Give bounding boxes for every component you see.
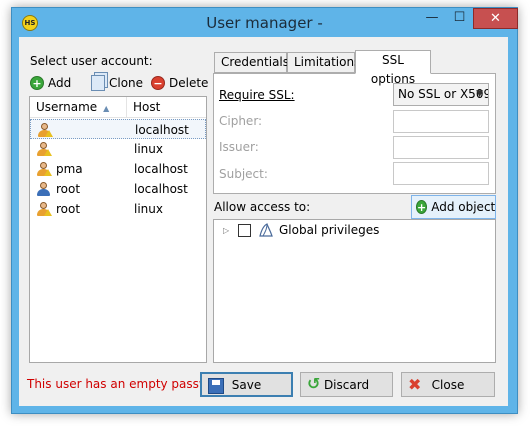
subject-input[interactable] bbox=[393, 162, 489, 185]
user-warning-icon bbox=[37, 123, 53, 137]
cipher-input[interactable] bbox=[393, 110, 489, 133]
issuer-label: Issuer: bbox=[219, 140, 259, 154]
tree-item-global-privileges[interactable]: Global privileges bbox=[279, 223, 379, 237]
global-privileges-checkbox[interactable] bbox=[238, 224, 251, 237]
tab-ssl-options[interactable]: SSL options bbox=[355, 50, 431, 86]
close-window-button[interactable]: ✕ bbox=[473, 8, 518, 29]
delete-user-button[interactable]: − Delete bbox=[151, 74, 208, 92]
delete-label: Delete bbox=[169, 76, 209, 90]
add-label: Add bbox=[48, 76, 72, 90]
clone-label: Clone bbox=[109, 76, 144, 90]
access-tree[interactable]: ▷ Global privileges bbox=[213, 219, 496, 363]
user-host: localhost bbox=[135, 123, 189, 137]
floppy-icon bbox=[208, 378, 224, 394]
user-username: root bbox=[56, 182, 81, 196]
add-icon: + bbox=[416, 200, 428, 214]
close-button[interactable]: ✖ Close bbox=[401, 372, 495, 397]
title-bar[interactable]: HS User manager - — ☐ ✕ bbox=[12, 8, 518, 38]
add-user-button[interactable]: + Add bbox=[30, 74, 71, 92]
require-ssl-text: Require SSL: bbox=[219, 88, 295, 102]
add-icon: + bbox=[30, 76, 44, 90]
user-host: localhost bbox=[134, 162, 188, 176]
user-warning-icon bbox=[36, 202, 52, 216]
select-user-label: Select user account: bbox=[30, 54, 153, 68]
issuer-input[interactable] bbox=[393, 136, 489, 159]
clone-icon bbox=[91, 75, 105, 91]
user-row[interactable]: root localhost bbox=[30, 179, 206, 199]
user-row[interactable]: localhost bbox=[30, 119, 206, 139]
user-icon bbox=[36, 182, 50, 196]
user-row[interactable]: root linux bbox=[30, 199, 206, 219]
user-username: pma bbox=[56, 162, 83, 176]
tab-limitations[interactable]: Limitations bbox=[287, 52, 360, 73]
user-host: linux bbox=[134, 202, 163, 216]
add-object-label: Add object bbox=[431, 200, 496, 214]
database-icon bbox=[259, 223, 273, 237]
user-host: localhost bbox=[134, 182, 188, 196]
clone-user-button[interactable]: Clone bbox=[91, 74, 143, 92]
user-warning-icon bbox=[36, 142, 52, 156]
user-row[interactable]: linux bbox=[30, 139, 206, 159]
minimize-button[interactable]: — bbox=[418, 8, 446, 29]
column-header-username[interactable]: Username ▲ bbox=[30, 97, 127, 118]
expand-arrow-icon[interactable]: ▷ bbox=[223, 226, 229, 235]
cipher-label: Cipher: bbox=[219, 114, 263, 128]
save-button[interactable]: Save bbox=[200, 372, 293, 397]
user-list[interactable]: Username ▲ Host localhost linux pma local… bbox=[29, 96, 207, 363]
tab-credentials[interactable]: Credentials bbox=[214, 52, 289, 73]
subject-label: Subject: bbox=[219, 167, 268, 181]
user-host: linux bbox=[134, 142, 163, 156]
host-header-label: Host bbox=[133, 100, 161, 114]
delete-icon: − bbox=[151, 76, 165, 90]
add-object-button[interactable]: + Add object bbox=[411, 195, 496, 219]
sort-asc-icon: ▲ bbox=[103, 104, 110, 113]
user-username: root bbox=[56, 202, 81, 216]
require-ssl-label: Require SSL: bbox=[219, 88, 295, 102]
allow-access-label: Allow access to: bbox=[214, 200, 311, 214]
discard-button[interactable]: ↺ Discard bbox=[300, 372, 393, 397]
user-warning-icon bbox=[36, 162, 52, 176]
maximize-button[interactable]: ☐ bbox=[446, 8, 473, 29]
column-header-host[interactable]: Host bbox=[127, 97, 206, 118]
close-icon: ✖ bbox=[408, 375, 422, 394]
user-row[interactable]: pma localhost bbox=[30, 159, 206, 179]
chevron-down-icon: ▼ bbox=[476, 89, 483, 99]
undo-icon: ↺ bbox=[307, 374, 321, 393]
username-header-label: Username bbox=[36, 100, 98, 114]
